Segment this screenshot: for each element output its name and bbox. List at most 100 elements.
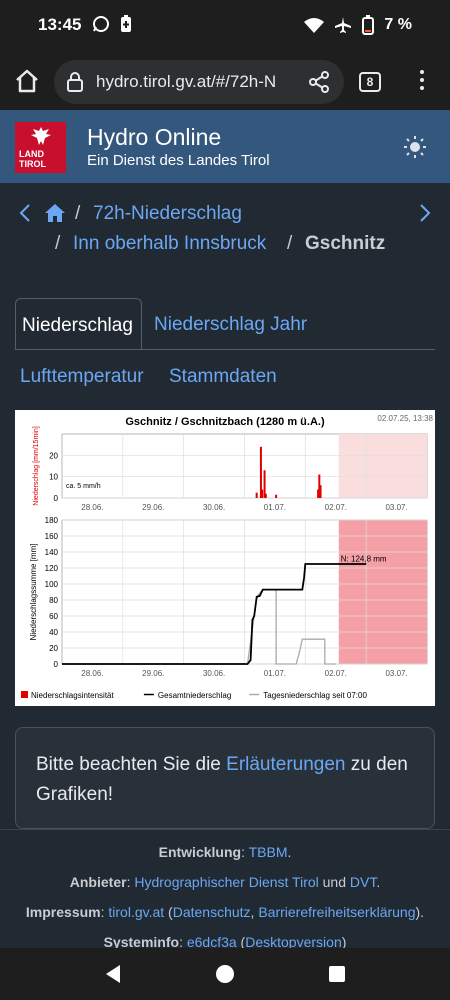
breadcrumb: / 72h-Niederschlag / Inn oberhalb Innsbr…	[0, 183, 450, 273]
airplane-icon	[335, 17, 352, 33]
system-icons: 7 %	[304, 15, 412, 35]
precip-bar	[319, 485, 322, 498]
home-button-icon[interactable]	[215, 964, 235, 984]
dvt-link[interactable]: DVT	[350, 874, 376, 890]
footer-label: Impressum	[25, 904, 101, 920]
address-bar[interactable]: hydro.tirol.gv.at/#/72h-N	[54, 60, 344, 104]
land-tirol-logo[interactable]: LAND TIROL	[15, 122, 66, 173]
hydrographischer-dienst-link[interactable]: Hydrographischer Dienst Tirol	[134, 874, 318, 890]
x-tick-label: 29.06.	[142, 503, 164, 512]
whatsapp-icon	[93, 16, 109, 33]
theme-toggle-icon[interactable]	[403, 135, 427, 159]
y-tick-label: 180	[45, 516, 59, 525]
browser-toolbar: hydro.tirol.gv.at/#/72h-N 8	[0, 52, 450, 110]
precip-bar	[275, 494, 278, 498]
x-tick-label: 02.07.	[325, 503, 347, 512]
tab-niederschlag[interactable]: Niederschlag	[15, 298, 142, 349]
battery-saver-icon	[121, 15, 132, 33]
breadcrumb-separator: /	[55, 233, 61, 254]
logo-text: LAND TIROL	[19, 149, 46, 169]
x-tick-label: 29.06.	[142, 669, 164, 678]
precipitation-chart: Gschnitz / Gschnitzbach (1280 m ü.A.) 02.…	[15, 410, 435, 706]
y-tick-label: 10	[49, 473, 58, 482]
footer-provider: Anbieter: Hydrographischer Dienst Tirol …	[69, 874, 381, 890]
footer-development: Entwicklung: TBBM.	[158, 844, 292, 860]
legend-label: Gesamtniederschlag	[158, 691, 231, 700]
tab-niederschlag-jahr[interactable]: Niederschlag Jahr	[154, 314, 307, 336]
recents-icon[interactable]	[328, 965, 346, 983]
wifi-icon	[304, 18, 325, 33]
tbbm-link[interactable]: TBBM	[249, 844, 288, 860]
y-tick-label: 140	[45, 548, 59, 557]
tirol-gv-link[interactable]: tirol.gv.at	[108, 904, 164, 920]
clock: 13:45	[38, 15, 82, 34]
footer-impressum: Impressum: tirol.gv.at (Datenschutz, Bar…	[25, 904, 425, 920]
breadcrumb-current: Gschnitz	[305, 233, 386, 254]
notice-box: Bitte beachten Sie die Erläuterungen zu …	[15, 727, 435, 829]
y-tick-label: 120	[45, 564, 59, 573]
browser-menu-icon[interactable]	[420, 70, 426, 94]
y-tick-label: 0	[54, 660, 59, 669]
tab-stammdaten[interactable]: Stammdaten	[169, 366, 277, 388]
x-tick-label: 28.06.	[81, 669, 103, 678]
battery-percent: 7 %	[384, 16, 412, 33]
status-bar: 13:45 7 %	[0, 0, 450, 52]
top-annotation: ca. 5 mm/h	[66, 483, 101, 490]
y-tick-label: 160	[45, 532, 59, 541]
y-tick-label: 0	[54, 494, 59, 503]
y-tick-label: 80	[49, 596, 58, 605]
tab-lufttemperatur[interactable]: Lufttemperatur	[20, 366, 144, 388]
y-tick-label: 60	[49, 612, 58, 621]
eagle-icon	[31, 127, 51, 145]
x-tick-label: 30.06.	[203, 503, 225, 512]
breadcrumb-separator: /	[75, 203, 81, 224]
battery-icon	[362, 15, 375, 35]
chevron-left-icon[interactable]	[18, 203, 32, 223]
notice-text-before: Bitte beachten Sie die	[36, 754, 227, 775]
legend-label: Tagesniederschlag seit 07:00	[263, 691, 367, 700]
top-ylabel: Niederschlag [mm/15min]	[33, 426, 40, 505]
tab-switcher-button[interactable]: 8	[359, 72, 381, 92]
x-tick-label: 03.07.	[385, 503, 407, 512]
x-tick-label: 02.07.	[325, 669, 347, 678]
site-header: LAND TIROL Hydro Online Ein Dienst des L…	[0, 110, 450, 183]
precip-bar	[264, 493, 267, 498]
legend-label: Niederschlagsintensität	[31, 691, 114, 700]
footer-label: Entwicklung	[158, 844, 242, 860]
url-text[interactable]: hydro.tirol.gv.at/#/72h-N	[96, 72, 296, 92]
bottom-ylabel: Niederschlagssumme [mm]	[29, 544, 38, 641]
share-icon[interactable]	[308, 71, 330, 93]
x-tick-label: 30.06.	[203, 669, 225, 678]
y-tick-label: 20	[49, 451, 58, 460]
erlaeuterungen-link[interactable]: Erläuterungen	[226, 754, 345, 775]
precip-bar	[261, 489, 264, 498]
site-title: Hydro Online	[87, 124, 222, 150]
back-icon[interactable]	[104, 964, 122, 984]
lock-icon[interactable]	[66, 72, 84, 92]
chevron-right-icon[interactable]	[418, 203, 432, 223]
chart-timestamp: 02.07.25, 13:38	[377, 414, 433, 423]
datenschutz-link[interactable]: Datenschutz	[173, 904, 251, 920]
barrierefreiheit-link[interactable]: Barrierefreiheitserklärung	[258, 904, 415, 920]
footer-label: Anbieter	[69, 874, 127, 890]
tab-divider	[15, 349, 435, 350]
home-icon[interactable]	[44, 203, 66, 223]
forecast-shade-bottom	[338, 520, 427, 664]
footer-and: und	[322, 874, 346, 890]
system-navigation-bar	[0, 948, 450, 1000]
y-tick-label: 40	[49, 628, 58, 637]
y-tick-label: 20	[49, 644, 58, 653]
breadcrumb-72h-niederschlag[interactable]: 72h-Niederschlag	[93, 203, 242, 225]
x-tick-label: 03.07.	[385, 669, 407, 678]
footer: Entwicklung: TBBM. Anbieter: Hydrographi…	[0, 829, 450, 950]
site-subtitle: Ein Dienst des Landes Tirol	[87, 152, 270, 169]
breadcrumb-inn-oberhalb-innsbruck[interactable]: Inn oberhalb Innsbruck	[73, 233, 266, 255]
x-tick-label: 01.07.	[264, 503, 286, 512]
chart-svg: Gschnitz / Gschnitzbach (1280 m ü.A.) 02.…	[21, 414, 434, 700]
home-icon[interactable]	[14, 68, 40, 94]
forecast-shade-top	[338, 434, 427, 498]
x-tick-label: 28.06.	[81, 503, 103, 512]
chart-title: Gschnitz / Gschnitzbach (1280 m ü.A.)	[125, 416, 325, 428]
breadcrumb-separator: /	[287, 233, 293, 254]
precip-bar	[255, 492, 258, 498]
